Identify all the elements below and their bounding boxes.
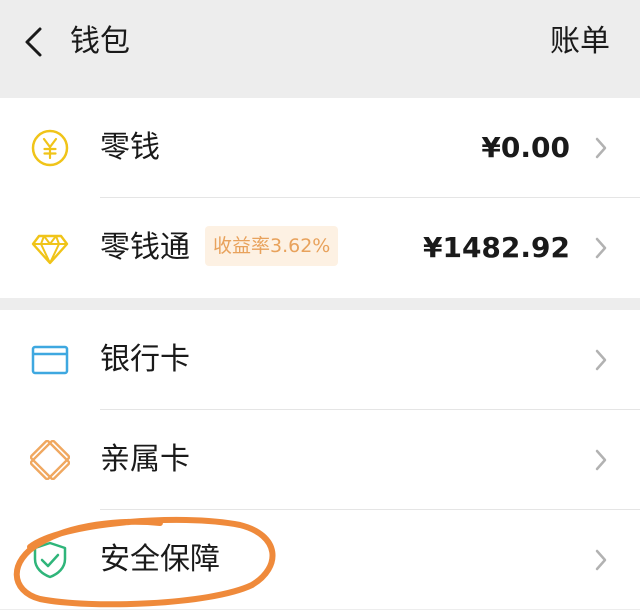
family-card-row[interactable]: 亲属卡 [0,410,640,510]
security-row[interactable]: 安全保障 [0,510,640,610]
lingqiantong-amount: ¥1482.92 [422,231,570,264]
cards-group: 银行卡 亲属卡 安全保障 [0,310,640,609]
bill-button[interactable]: 账单 [550,22,610,62]
yuan-coin-icon [31,129,69,167]
bank-card-row[interactable]: 银行卡 [0,310,640,410]
family-card-label: 亲属卡 [100,442,190,477]
wallet-balance-group: 零钱 ¥0.00 零钱通 收益率3.62% ¥1482.92 [0,98,640,298]
change-amount: ¥0.00 [481,131,570,164]
diamond-icon [31,234,69,265]
chevron-right-icon [595,549,607,571]
change-label: 零钱 [100,130,160,165]
shield-check-icon [33,541,67,579]
chevron-right-icon [595,449,607,471]
page-title: 钱包 [70,24,130,59]
chevron-right-icon [595,349,607,371]
nav-header: 钱包 账单 [0,0,640,88]
family-card-icon [30,440,70,480]
chevron-left-icon[interactable] [22,26,46,58]
chevron-right-icon [595,237,607,259]
change-row[interactable]: 零钱 ¥0.00 [0,98,640,198]
yield-rate-badge: 收益率3.62% [205,226,339,266]
bank-card-icon [31,345,69,375]
bank-card-label: 银行卡 [100,342,190,377]
chevron-right-icon [595,137,607,159]
security-label: 安全保障 [100,542,220,577]
lingqiantong-label: 零钱通 [100,230,190,265]
lingqiantong-row[interactable]: 零钱通 收益率3.62% ¥1482.92 [0,198,640,298]
